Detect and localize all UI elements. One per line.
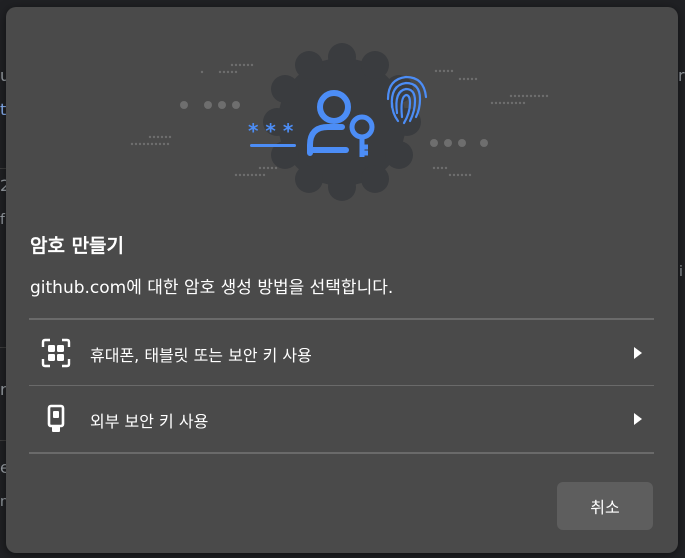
option-external-security-key[interactable]: 외부 보안 키 사용 <box>29 386 654 452</box>
option-label: 외부 보안 키 사용 <box>90 412 209 431</box>
background-text: f <box>0 212 5 228</box>
background-text: i <box>679 264 683 280</box>
dialog-title: 암호 만들기 <box>30 235 125 257</box>
chevron-right-icon <box>634 347 642 359</box>
divider <box>29 452 654 454</box>
password-dots-icon: * * * <box>248 119 296 147</box>
cancel-button[interactable]: 취소 <box>557 482 653 530</box>
option-phone-tablet-security-key[interactable]: 휴대폰, 태블릿 또는 보안 키 사용 <box>29 320 654 386</box>
background-text: r <box>678 66 685 85</box>
svg-text:* * *: * * * <box>248 119 294 143</box>
option-label: 휴대폰, 태블릿 또는 보안 키 사용 <box>90 346 312 365</box>
dialog-subtitle: github.com에 대한 암호 생성 방법을 선택합니다. <box>30 278 394 298</box>
qr-code-icon <box>41 338 71 368</box>
chevron-right-icon <box>634 413 642 425</box>
usb-key-icon <box>47 404 65 432</box>
passkey-dialog: * * * 암호 만들기 github.com에 대한 암호 생성 방법을 선택… <box>6 7 678 553</box>
passkey-illustration: * * * <box>130 43 549 201</box>
